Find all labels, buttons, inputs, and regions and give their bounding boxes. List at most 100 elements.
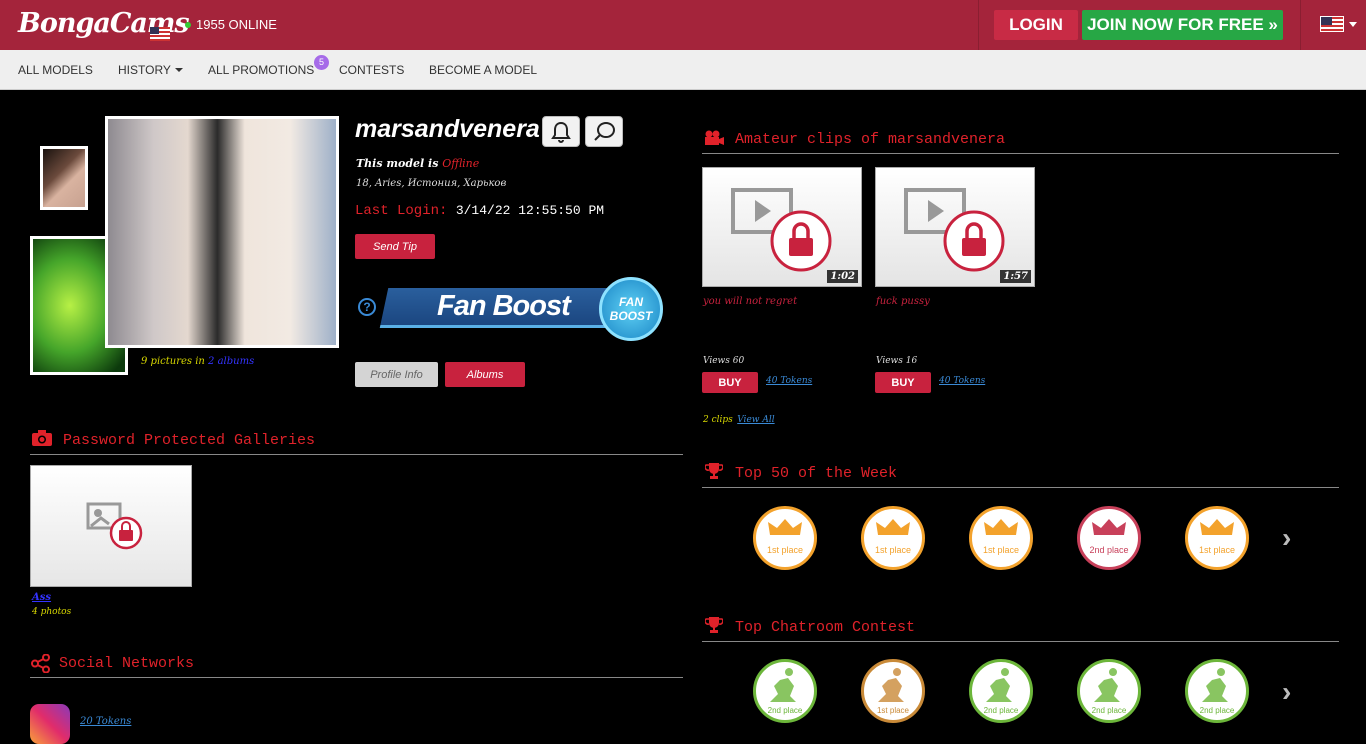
online-dot-icon [185, 22, 191, 28]
chevron-down-icon [174, 68, 183, 72]
contest-medal[interactable]: 2nd place [969, 659, 1033, 723]
last-login-value: 3/14/22 12:55:50 PM [455, 203, 605, 218]
crown-icon [1092, 519, 1126, 535]
medal-place: 2nd place [983, 706, 1019, 715]
section-divider [30, 677, 683, 678]
medal-place: 1st place [982, 545, 1020, 555]
section-divider [702, 487, 1339, 488]
photo-image [43, 149, 85, 207]
clip-title: you will not regret [703, 296, 798, 307]
instagram-icon[interactable] [30, 704, 70, 744]
status-value: Offline [442, 157, 480, 170]
chevron-right-icon[interactable]: › [1282, 676, 1291, 708]
locked-photo-icon [86, 502, 143, 550]
send-tip-button[interactable]: Send Tip [355, 234, 435, 259]
logo-flag-icon [150, 27, 170, 41]
top50-medal[interactable]: 1st place [969, 506, 1033, 570]
top50-title: Top 50 of the Week [735, 465, 898, 482]
crown-icon [984, 519, 1018, 535]
locked-video-icon [731, 188, 832, 272]
clip-views: Views 16 [876, 356, 918, 366]
section-divider [702, 641, 1339, 642]
crown-icon [876, 519, 910, 535]
top50-medal[interactable]: 1st place [753, 506, 817, 570]
online-count: 1955 ONLINE [185, 17, 277, 32]
galleries-title: Password Protected Galleries [63, 432, 316, 449]
medal-place: 2nd place [1199, 706, 1235, 715]
clip-thumbnail-2[interactable]: 1:57 [875, 167, 1035, 287]
contest-medal[interactable]: 2nd place [1077, 659, 1141, 723]
model-figure-icon [986, 668, 1012, 702]
main-profile-photo[interactable] [105, 116, 339, 348]
albums-link[interactable]: 2 albums [208, 356, 254, 367]
model-name: marsandvenera [355, 115, 540, 143]
gallery-thumbnail[interactable] [30, 465, 192, 587]
clip-title: fuck pussy [876, 296, 930, 307]
trophy-icon [705, 617, 723, 633]
header-divider-2 [1300, 0, 1301, 50]
notify-bell-button[interactable] [542, 116, 580, 147]
clip-thumbnail-1[interactable]: 1:02 [702, 167, 862, 287]
share-icon [31, 654, 50, 673]
chatroom-contest-title: Top Chatroom Contest [735, 619, 916, 636]
clips-count-text: 2 clips [703, 415, 733, 425]
clip-price-link[interactable]: 40 Tokens [939, 376, 985, 386]
bell-icon [551, 121, 571, 143]
contest-medal[interactable]: 1st place [861, 659, 925, 723]
view-all-clips-link[interactable]: View All [737, 415, 774, 425]
nav-all-models[interactable]: ALL MODELS [18, 63, 93, 77]
photo-image [108, 119, 336, 345]
chat-bubble-icon [594, 122, 615, 141]
gallery-name-link[interactable]: Ass [32, 592, 51, 603]
language-caret-icon[interactable] [1349, 22, 1357, 27]
promotions-badge: 5 [314, 55, 329, 70]
clips-title: Amateur clips of marsandvenera [735, 131, 1006, 148]
clip-duration: 1:57 [1000, 270, 1031, 283]
main-nav: ALL MODELS HISTORY ALL PROMOTIONS CONTES… [0, 50, 1366, 90]
contest-medal[interactable]: 2nd place [1185, 659, 1249, 723]
model-figure-icon [878, 668, 904, 702]
top50-medal[interactable]: 1st place [1185, 506, 1249, 570]
nav-all-promotions[interactable]: ALL PROMOTIONS [208, 63, 314, 77]
model-figure-icon [1094, 668, 1120, 702]
albums-button[interactable]: Albums [445, 362, 525, 387]
nav-contests[interactable]: CONTESTS [339, 63, 404, 77]
clip-price-link[interactable]: 40 Tokens [766, 376, 812, 386]
contest-medal[interactable]: 2nd place [753, 659, 817, 723]
profile-info-button[interactable]: Profile Info [355, 362, 438, 387]
trophy-icon [705, 463, 723, 479]
nav-become-a-model[interactable]: BECOME A MODEL [429, 63, 537, 77]
clip-views: Views 60 [703, 356, 745, 366]
instagram-price-link[interactable]: 20 Tokens [80, 716, 131, 727]
pictures-count: 9 pictures in 2 albums [141, 356, 254, 367]
pictures-prefix: 9 pictures in [141, 356, 205, 367]
medal-place: 1st place [874, 545, 912, 555]
help-icon[interactable]: ? [358, 298, 376, 316]
nav-history[interactable]: HISTORY [118, 63, 183, 77]
medal-place: 1st place [876, 706, 910, 715]
chevron-right-icon[interactable]: › [1282, 522, 1291, 554]
online-count-text: 1955 ONLINE [196, 17, 277, 32]
login-button[interactable]: LOGIN [994, 10, 1078, 40]
crown-icon [768, 519, 802, 535]
section-divider [702, 153, 1339, 154]
fan-boost-badge-icon: FAN BOOST [599, 277, 663, 341]
clips-count: 2 clips View All [703, 409, 775, 427]
medal-place: 2nd place [767, 706, 803, 715]
buy-clip-button[interactable]: BUY [702, 372, 758, 393]
chat-button[interactable] [585, 116, 623, 147]
top50-medal[interactable]: 2nd place [1077, 506, 1141, 570]
buy-clip-button[interactable]: BUY [875, 372, 931, 393]
last-login-label: Last Login: [355, 203, 448, 219]
photo-thumbnail-1[interactable] [40, 146, 88, 210]
model-figure-icon [770, 668, 796, 702]
top50-medal[interactable]: 1st place [861, 506, 925, 570]
fan-boost-label: Fan Boost [437, 290, 571, 322]
nav-history-label: HISTORY [118, 63, 171, 77]
status-prefix: This model is [356, 157, 439, 170]
header-divider [978, 0, 979, 50]
join-now-button[interactable]: JOIN NOW FOR FREE » [1082, 10, 1283, 40]
model-status: This model is Offline [356, 157, 479, 170]
crown-icon [1200, 519, 1234, 535]
us-flag-icon[interactable] [1320, 16, 1344, 32]
